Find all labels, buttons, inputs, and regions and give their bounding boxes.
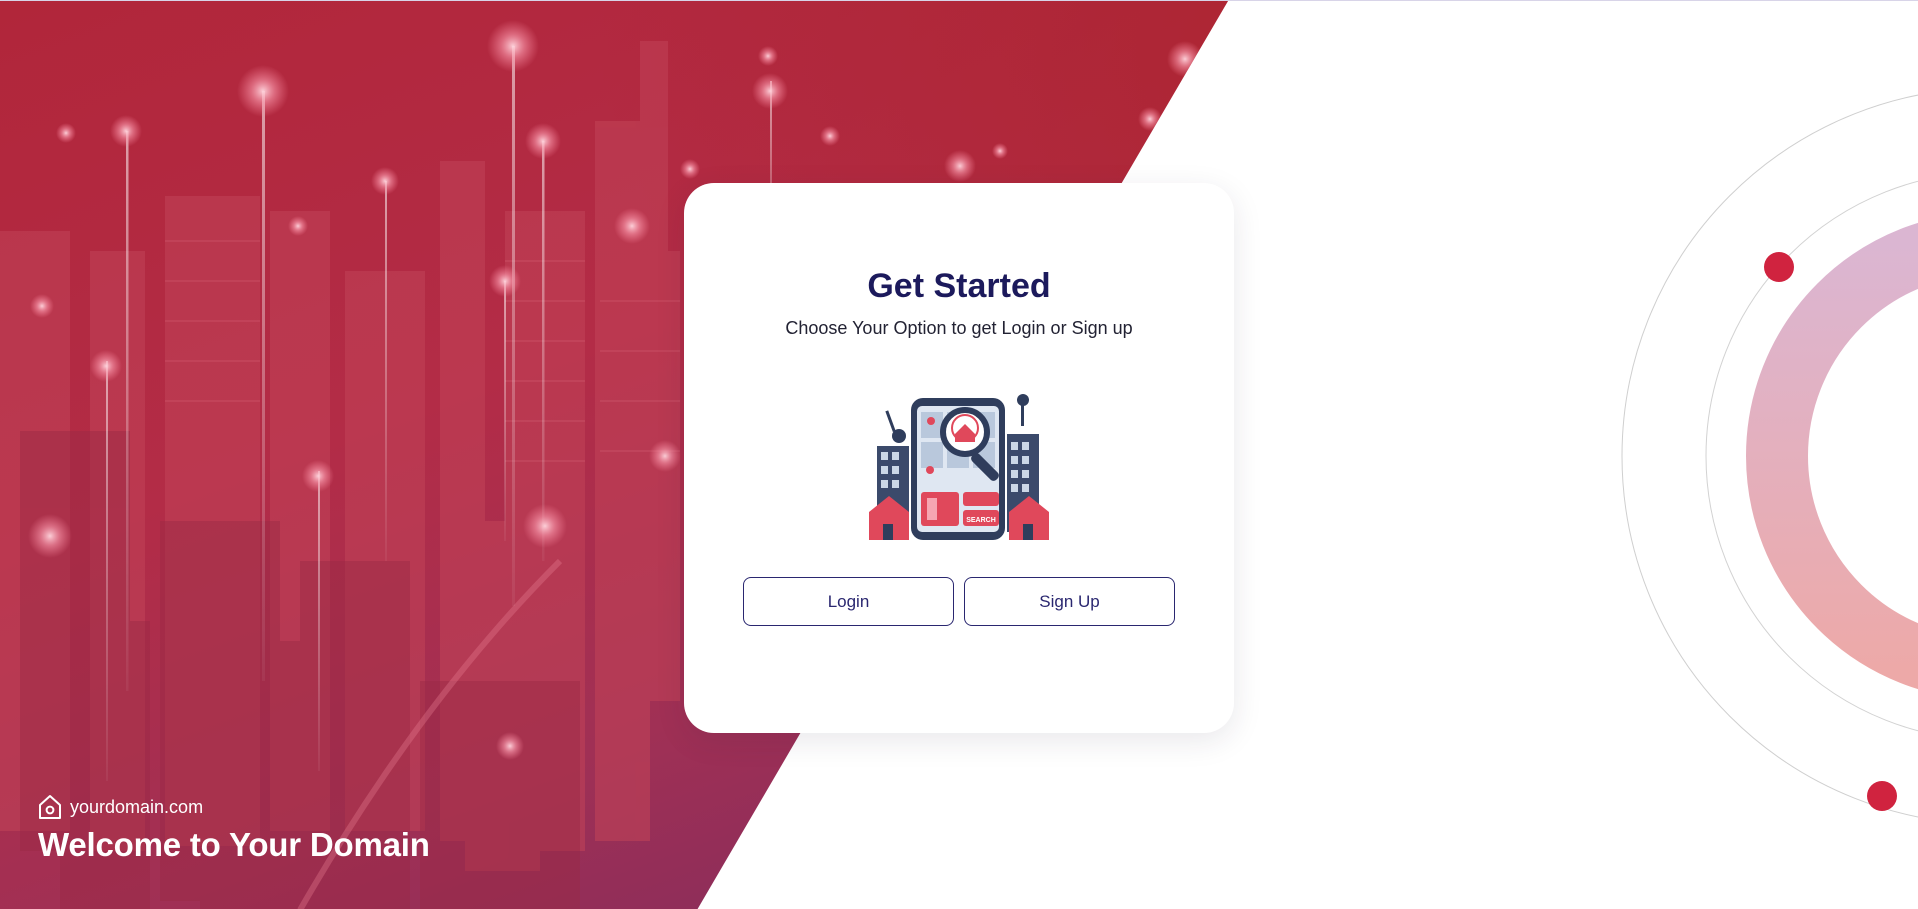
auth-button-row: Login Sign Up bbox=[743, 577, 1175, 626]
card-title: Get Started bbox=[867, 267, 1051, 305]
svg-text:SEARCH: SEARCH bbox=[966, 517, 996, 524]
red-dot-top bbox=[1764, 252, 1794, 282]
card-subtitle: Choose Your Option to get Login or Sign … bbox=[785, 318, 1133, 338]
login-button[interactable]: Login bbox=[743, 577, 954, 626]
landing-page: yourdomain.com Welcome to Your Domain Ge… bbox=[0, 0, 1918, 909]
signup-button[interactable]: Sign Up bbox=[964, 577, 1175, 626]
red-dot-bottom bbox=[1867, 781, 1897, 811]
property-search-illustration: SEARCH bbox=[869, 394, 1049, 540]
get-started-card: Get Started Choose Your Option to get Lo… bbox=[684, 183, 1234, 733]
gradient-ring bbox=[1746, 222, 1918, 690]
